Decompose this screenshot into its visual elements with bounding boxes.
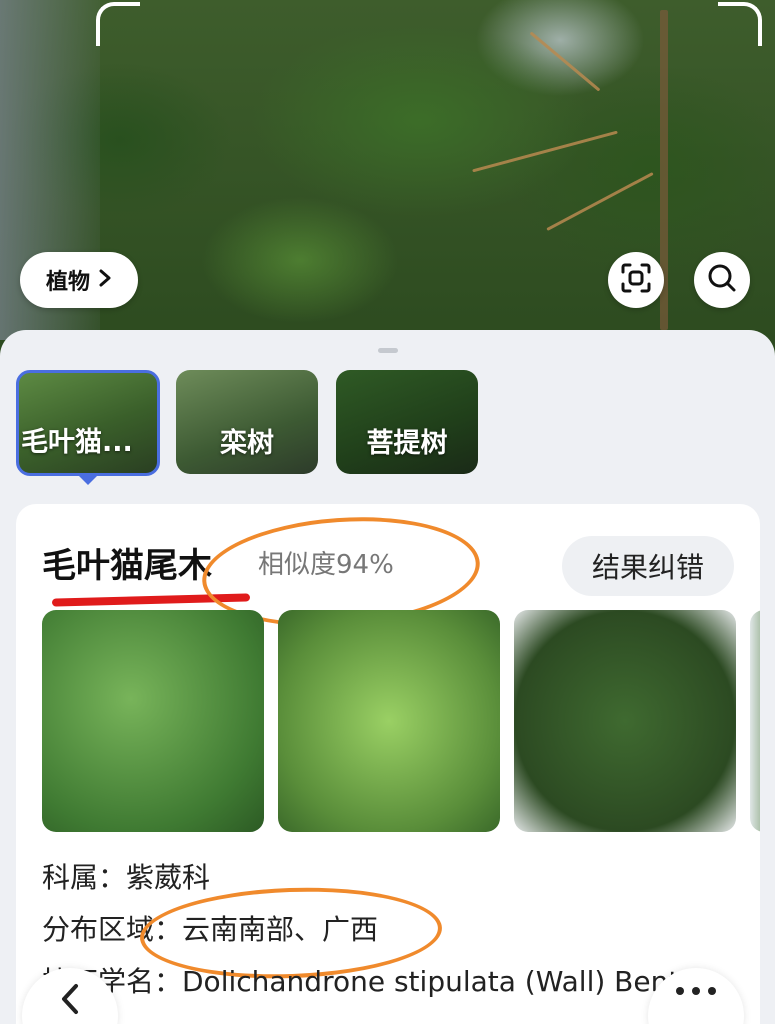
thumbnail-label: 栾树: [220, 428, 274, 459]
result-thumbnail-3[interactable]: 菩提树: [336, 370, 478, 474]
search-icon: [707, 263, 737, 297]
plant-name: 毛叶猫尾木: [42, 546, 212, 586]
chevron-right-icon: [98, 268, 112, 293]
category-label: 植物: [45, 270, 90, 295]
scan-frame-corner: [718, 2, 762, 46]
plant-photo[interactable]: [514, 610, 736, 832]
scan-button[interactable]: [608, 252, 664, 308]
result-sheet: 毛叶猫... 栾树 菩提树 毛叶猫尾木 相似度94% 结果纠错 科属：紫葳科 分…: [0, 330, 775, 1024]
scan-icon: [621, 263, 651, 297]
plant-detail-card: 毛叶猫尾木 相似度94% 结果纠错 科属：紫葳科 分布区域：云南南部、广西 拉丁…: [16, 504, 760, 1024]
correct-result-button[interactable]: 结果纠错: [562, 536, 734, 596]
category-button[interactable]: 植物: [20, 252, 138, 308]
result-thumbnail-2[interactable]: 栾树: [176, 370, 318, 474]
plant-identify-screen: 植物 毛叶猫... 栾树 菩提树 毛叶猫尾木 相似度94% 结果纠错 科属：紫葳…: [0, 0, 775, 1024]
family-info: 科属：紫葳科: [42, 861, 211, 894]
thumbnail-label: 毛叶猫...: [21, 427, 133, 458]
back-arrow-icon: [58, 982, 82, 1020]
selected-pointer: [76, 473, 100, 485]
scan-frame-corner: [96, 2, 140, 46]
plant-photo[interactable]: [42, 610, 264, 832]
sheet-handle[interactable]: [378, 348, 398, 353]
search-button[interactable]: [694, 252, 750, 308]
plant-photo[interactable]: [278, 610, 500, 832]
plant-photo-partial[interactable]: [750, 610, 760, 832]
result-thumbnail-1[interactable]: 毛叶猫...: [16, 370, 160, 476]
more-icon: [674, 982, 718, 1001]
thumbnail-label: 菩提树: [366, 428, 448, 459]
latin-name-info: 拉丁学名：Dolichandrone stipulata (Wall) Bent…: [42, 965, 707, 998]
